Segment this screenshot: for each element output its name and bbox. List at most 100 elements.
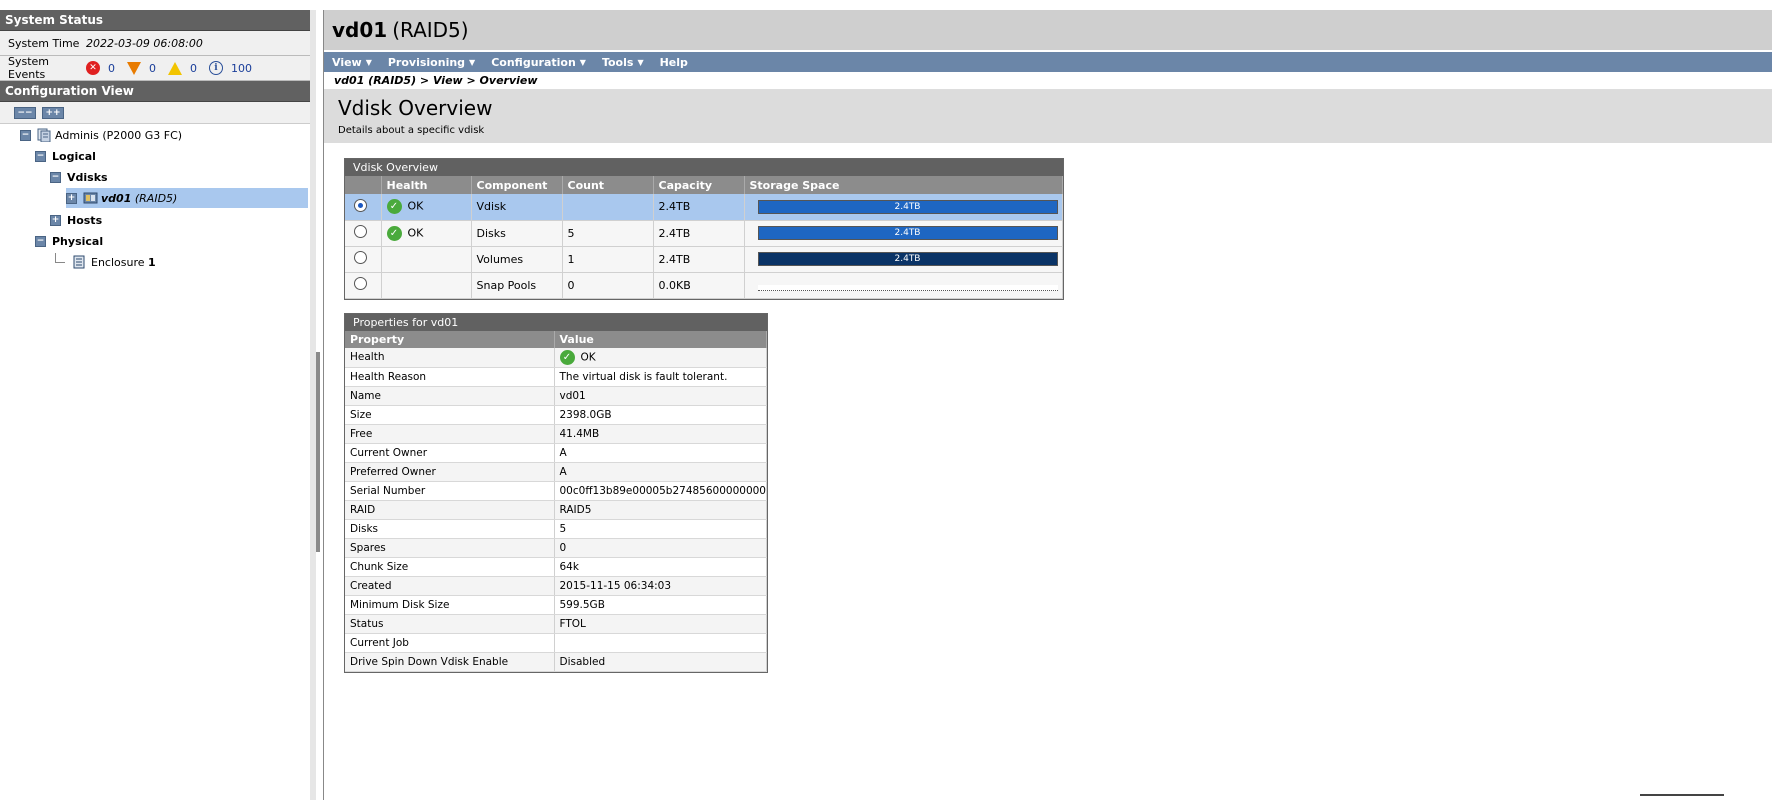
col-capacity[interactable]: Capacity xyxy=(653,176,745,194)
row-health: OK xyxy=(407,226,424,239)
menu-help[interactable]: Help xyxy=(660,56,688,69)
table-row[interactable]: ✓ OK Disks 5 2.4TB 2.4TB xyxy=(345,220,1063,247)
property-name: Chunk Size xyxy=(345,557,555,577)
row-count: 0 xyxy=(562,272,654,299)
tree-node-vdisks[interactable]: − Vdisks xyxy=(50,167,108,187)
properties-table: Property Value Health ✓ OK Health Reason T… xyxy=(345,331,767,672)
tree-node-system[interactable]: − Adminis (P2000 G3 FC) xyxy=(20,125,182,145)
table-row[interactable]: Snap Pools 0 0.0KB xyxy=(345,272,1063,299)
collapse-icon[interactable]: − xyxy=(35,235,46,247)
row-radio[interactable] xyxy=(354,225,367,238)
property-value: 64k xyxy=(554,557,767,577)
expand-all-button[interactable]: ++ xyxy=(42,106,64,119)
col-select xyxy=(345,176,382,194)
property-value: 0 xyxy=(554,538,767,558)
menu-view[interactable]: View ▼ xyxy=(332,56,372,69)
system-time-label: System Time xyxy=(8,36,80,50)
page-description: Details about a specific vdisk xyxy=(338,125,485,136)
tree-node-logical[interactable]: − Logical xyxy=(35,146,96,166)
critical-events[interactable]: ✕ 0 xyxy=(86,61,121,75)
menu-provisioning[interactable]: Provisioning ▼ xyxy=(388,56,475,69)
chevron-down-icon: ▼ xyxy=(365,57,372,67)
col-property: Property xyxy=(345,331,555,348)
tree-node-hosts[interactable]: + Hosts xyxy=(50,210,102,230)
ok-check-icon: ✓ xyxy=(386,199,402,215)
row-capacity: 2.4TB xyxy=(653,220,745,247)
vdisk-overview-title: Vdisk Overview xyxy=(345,159,1063,176)
enclosure-icon xyxy=(73,255,87,269)
property-value: 599.5GB xyxy=(554,595,767,615)
vdisk-title-name: vd01 xyxy=(332,18,388,42)
menu-bar: View ▼ Provisioning ▼ Configuration ▼ Tools… xyxy=(324,52,1772,72)
tree-label-system: Adminis (P2000 G3 FC) xyxy=(55,128,183,142)
property-row: Spares 0 xyxy=(345,538,767,558)
property-row: Drive Spin Down Vdisk Enable Disabled xyxy=(345,652,767,672)
table-row[interactable]: Volumes 1 2.4TB 2.4TB xyxy=(345,246,1063,273)
right-pane: vd01 (RAID5) View ▼ Provisioning ▼ Configu… xyxy=(323,10,1772,800)
property-value: A xyxy=(554,462,767,482)
row-radio[interactable] xyxy=(354,198,367,212)
system-status-header: System Status xyxy=(0,10,314,31)
tree-node-physical[interactable]: − Physical xyxy=(35,231,103,251)
property-name: Serial Number xyxy=(345,481,555,501)
properties-panel: Properties for vd01 Property Value Healt… xyxy=(344,313,768,673)
property-name: Health xyxy=(345,348,555,368)
row-radio[interactable] xyxy=(354,251,367,264)
system-events-row: System Events ✕ 0 0 0 i 100 xyxy=(0,55,314,81)
info-events[interactable]: i 100 xyxy=(209,61,258,75)
tree-label-vd01: vd01 xyxy=(101,191,132,205)
system-time-value: 2022-03-09 06:08:00 xyxy=(86,36,203,50)
property-name: Drive Spin Down Vdisk Enable xyxy=(345,652,555,672)
collapse-icon[interactable]: − xyxy=(35,150,46,162)
property-value: RAID5 xyxy=(554,500,767,520)
property-value: 2015-11-15 06:34:03 xyxy=(554,576,767,596)
col-health[interactable]: Health xyxy=(381,176,472,194)
breadcrumb: vd01 (RAID5) > View > Overview xyxy=(324,72,1772,90)
col-component[interactable]: Component xyxy=(471,176,563,194)
property-row: Size 2398.0GB xyxy=(345,405,767,425)
page-title: vd01 (RAID5) xyxy=(324,10,1772,50)
col-count[interactable]: Count xyxy=(562,176,654,194)
property-row: Current Owner A xyxy=(345,443,767,463)
row-radio[interactable] xyxy=(354,277,367,290)
row-count: 1 xyxy=(562,246,654,273)
property-row: Chunk Size 64k xyxy=(345,557,767,577)
warning-count: 0 xyxy=(190,61,197,75)
property-name: Disks xyxy=(345,519,555,539)
expand-icon[interactable]: + xyxy=(50,214,61,226)
tree-label-physical: Physical xyxy=(52,234,104,248)
menu-view-label: View xyxy=(332,55,362,69)
collapse-icon[interactable]: − xyxy=(20,129,31,141)
vdisk-overview-panel: Vdisk Overview Health Component Count Ca… xyxy=(344,158,1064,300)
storage-bar xyxy=(757,285,1058,291)
property-value: 41.4MB xyxy=(554,424,767,444)
menu-help-label: Help xyxy=(659,55,688,69)
error-events[interactable]: 0 xyxy=(127,61,162,75)
storage-system-icon xyxy=(37,128,51,143)
page-header: Vdisk Overview Details about a specific … xyxy=(324,90,1772,143)
vdisk-overview-table: Health Component Count Capacity Storage … xyxy=(345,176,1063,299)
table-row[interactable]: ✓ OK Vdisk 2.4TB 2.4TB xyxy=(345,194,1063,221)
storage-bar: 2.4TB xyxy=(757,226,1058,240)
warning-events[interactable]: 0 xyxy=(168,61,203,75)
menu-configuration[interactable]: Configuration ▼ xyxy=(491,56,586,69)
storage-bar: 2.4TB xyxy=(757,252,1058,266)
property-name: Current Job xyxy=(345,633,555,653)
collapse-icon[interactable]: − xyxy=(50,171,61,183)
expand-icon[interactable]: + xyxy=(66,192,77,204)
left-pane: System Status System Time 2022-03-09 06:… xyxy=(0,10,316,800)
row-component: Vdisk xyxy=(471,194,563,221)
pane-splitter-handle[interactable] xyxy=(316,352,320,552)
chevron-down-icon: ▼ xyxy=(579,57,586,67)
property-row: Status FTOL xyxy=(345,614,767,634)
tree-node-vd01[interactable]: + vd01 (RAID5) xyxy=(66,188,308,208)
col-storage-space[interactable]: Storage Space xyxy=(744,176,1063,194)
property-row: Serial Number 00c0ff13b89e00005b274856000… xyxy=(345,481,767,501)
error-count: 0 xyxy=(149,61,156,75)
system-time-row: System Time 2022-03-09 06:08:00 xyxy=(0,31,314,56)
menu-tools[interactable]: Tools ▼ xyxy=(602,56,644,69)
critical-icon: ✕ xyxy=(86,61,100,75)
row-component: Snap Pools xyxy=(471,272,563,299)
tree-node-enclosure[interactable]: Enclosure 1 xyxy=(55,252,156,272)
collapse-all-button[interactable]: −− xyxy=(14,106,36,119)
